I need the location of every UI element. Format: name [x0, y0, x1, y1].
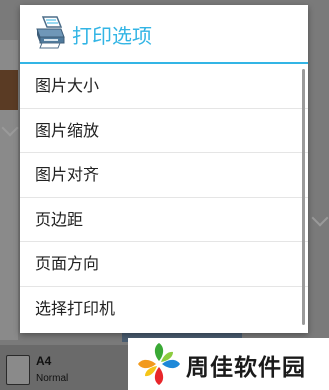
background-image-edge — [0, 70, 18, 110]
option-image-align[interactable]: 图片对齐 — [20, 153, 308, 198]
watermark: 周佳软件园 — [128, 338, 329, 390]
option-page-margins[interactable]: 页边距 — [20, 198, 308, 242]
dialog-title: 打印选项 — [72, 24, 152, 48]
paper-size-label: A4 — [36, 354, 52, 368]
paper-mode-label: Normal — [36, 373, 69, 384]
document-icon — [6, 355, 30, 385]
scrollbar[interactable] — [302, 69, 305, 325]
watermark-text: 周佳软件园 — [186, 355, 306, 381]
pinwheel-logo — [138, 343, 180, 385]
dialog-header: 打印选项 — [20, 5, 308, 64]
option-image-scale[interactable]: 图片缩放 — [20, 109, 308, 153]
option-image-size[interactable]: 图片大小 — [20, 64, 308, 109]
chevron-right-icon — [311, 209, 329, 227]
options-list: 图片大小 图片缩放 图片对齐 页边距 页面方向 选择打印机 — [20, 64, 308, 332]
option-page-orientation[interactable]: 页面方向 — [20, 242, 308, 287]
option-select-printer[interactable]: 选择打印机 — [20, 287, 308, 332]
printer-icon — [36, 16, 65, 49]
print-options-dialog: 打印选项 图片大小 图片缩放 图片对齐 页边距 页面方向 选择打印机 — [20, 5, 308, 333]
